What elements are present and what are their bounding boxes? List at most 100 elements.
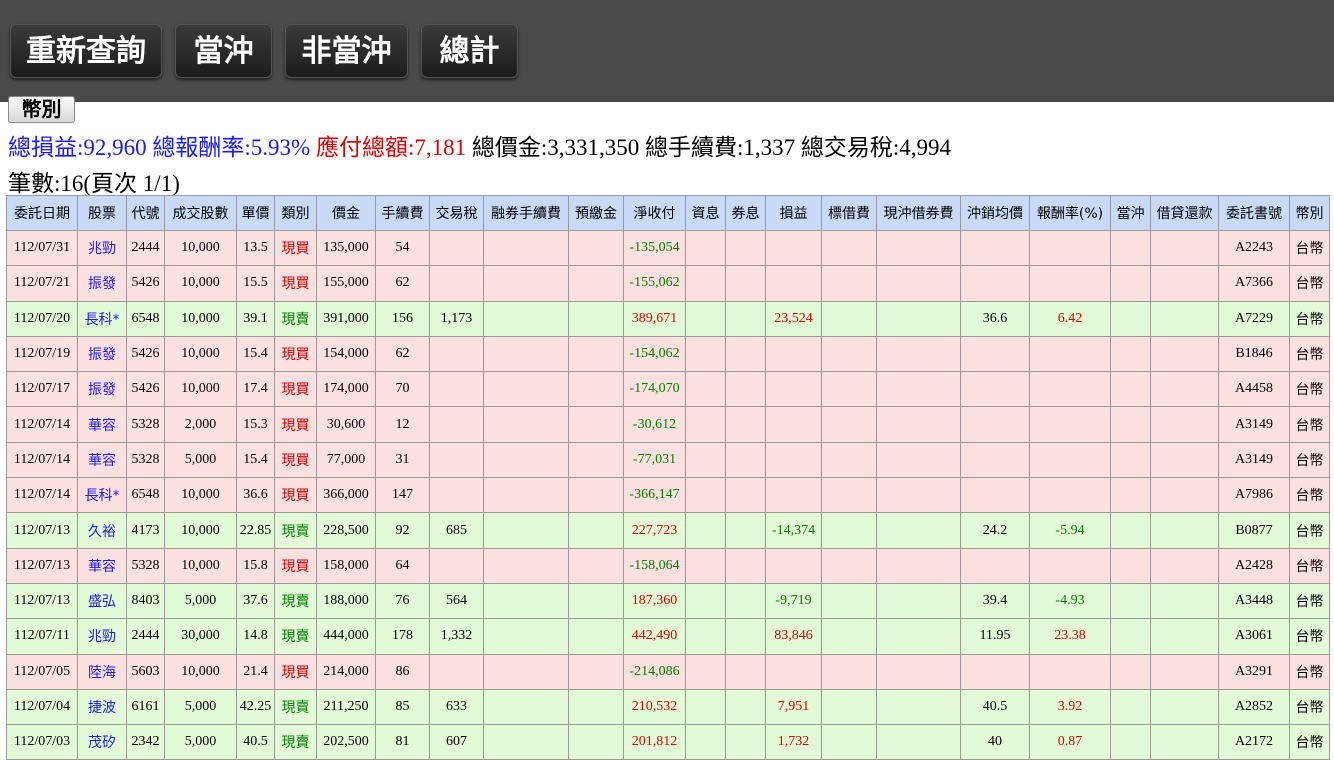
price-cell: 15.3: [236, 406, 275, 443]
table-row[interactable]: 112/07/13 久裕 4173 10,000 22.85 現賣 228,500 92 685…: [6, 512, 1330, 549]
stock-cell[interactable]: 華容: [77, 441, 127, 479]
table-row[interactable]: 112/07/19 振發 5426 10,000 15.4 現買 154,000 62 -154…: [6, 335, 1330, 373]
non-daytrade-button[interactable]: 非當沖: [285, 24, 408, 78]
total-button[interactable]: 總計: [421, 24, 518, 78]
stock-cell[interactable]: 振發: [77, 335, 127, 373]
code-cell: 8403: [126, 582, 165, 620]
fee-cell: 178: [375, 618, 430, 655]
table-row[interactable]: 112/07/14 華容 5328 5,000 15.4 現買 77,000 31 -77,03…: [6, 441, 1330, 479]
tax-cell: 1,332: [429, 618, 484, 655]
table-row[interactable]: 112/07/17 振發 5426 10,000 17.4 現買 174,000 70 -174…: [6, 371, 1330, 408]
table-row[interactable]: 112/07/14 華容 5328 2,000 15.3 現買 30,600 12 -30,61…: [6, 406, 1330, 443]
table-row[interactable]: 112/07/05 陸海 5603 10,000 21.4 現買 214,000 86 -214…: [6, 653, 1330, 690]
deposit-cell: [568, 512, 624, 549]
daytrade-cell: [1110, 688, 1151, 726]
stock-cell[interactable]: 茂矽: [77, 724, 127, 760]
price-cell: 17.4: [236, 371, 275, 408]
borrow-fee-cell: [821, 653, 877, 690]
currency-cell: 台幣: [1289, 618, 1330, 655]
fee-cell: 76: [375, 582, 430, 620]
margin-interest-cell: [685, 300, 726, 337]
table-row[interactable]: 112/07/20 長科* 6548 10,000 39.1 現賣 391,000 156 1,…: [6, 300, 1330, 337]
margin-interest-cell: [685, 406, 726, 443]
tax-cell: [429, 547, 484, 584]
order-no-cell: A2243: [1218, 229, 1290, 267]
return-cell: -5.94: [1029, 512, 1111, 549]
type-cell: 現買: [274, 441, 317, 479]
pl-cell: [765, 371, 822, 408]
table-row[interactable]: 112/07/13 盛弘 8403 5,000 37.6 現賣 188,000 76 564 18…: [6, 582, 1330, 620]
daytrade-cell: [1110, 371, 1151, 408]
short-interest-cell: [725, 371, 766, 408]
table-row[interactable]: 112/07/03 茂矽 2342 5,000 40.5 現賣 202,500 81 607 20…: [6, 724, 1330, 760]
daytrade-button[interactable]: 當沖: [175, 24, 272, 78]
short-fee-cell: [483, 653, 569, 690]
stock-cell[interactable]: 振發: [77, 265, 127, 302]
date-cell: 112/07/17: [6, 371, 78, 408]
daytrade-borrow-fee-cell: [876, 724, 961, 760]
daytrade-cell: [1110, 265, 1151, 302]
requery-button[interactable]: 重新查詢: [10, 24, 162, 78]
stock-cell[interactable]: 長科*: [77, 300, 127, 337]
code-cell: 5328: [126, 406, 165, 443]
table-row[interactable]: 112/07/14 長科* 6548 10,000 36.6 現買 366,000 147 -3…: [6, 477, 1330, 514]
shares-cell: 5,000: [164, 441, 237, 479]
header-tax: 交易稅: [429, 195, 484, 231]
loan-repay-cell: [1150, 406, 1219, 443]
order-no-cell: B1846: [1218, 335, 1290, 373]
short-interest-cell: [725, 688, 766, 726]
net-cell: -77,031: [623, 441, 686, 479]
short-interest-cell: [725, 512, 766, 549]
daytrade-borrow-fee-cell: [876, 653, 961, 690]
price-cell: 21.4: [236, 653, 275, 690]
amount-cell: 174,000: [316, 371, 376, 408]
stock-cell[interactable]: 久裕: [77, 512, 127, 549]
stock-cell[interactable]: 長科*: [77, 477, 127, 514]
return-cell: [1029, 547, 1111, 584]
avg-price-cell: 39.4: [960, 582, 1030, 620]
stock-cell[interactable]: 陸海: [77, 653, 127, 690]
fee-cell: 54: [375, 229, 430, 267]
header-borrow-fee: 標借費: [821, 195, 877, 231]
short-interest-cell: [725, 406, 766, 443]
stock-cell[interactable]: 捷波: [77, 688, 127, 726]
short-interest-cell: [725, 582, 766, 620]
amount-cell: 135,000: [316, 229, 376, 267]
stock-cell[interactable]: 兆勁: [77, 229, 127, 267]
amount-cell: 211,250: [316, 688, 376, 726]
table-row[interactable]: 112/07/11 兆勁 2444 30,000 14.8 現賣 444,000 178 1,3…: [6, 618, 1330, 655]
table-row[interactable]: 112/07/04 捷波 6161 5,000 42.25 現賣 211,250 85 633 2…: [6, 688, 1330, 726]
net-cell: -135,054: [623, 229, 686, 267]
trade-table: 委託日期 股票 代號 成交股數 單價 類別 價金 手續費 交易稅 融券手續費 預繳金 淨收付 資息 券息損…: [6, 195, 1330, 760]
table-row[interactable]: 112/07/21 振發 5426 10,000 15.5 現買 155,000 62 -155…: [6, 265, 1330, 302]
return-cell: [1029, 477, 1111, 514]
deposit-cell: [568, 688, 624, 726]
stock-cell[interactable]: 振發: [77, 371, 127, 408]
currency-button[interactable]: 幣別: [8, 96, 75, 123]
net-cell: 389,671: [623, 300, 686, 337]
return-cell: [1029, 406, 1111, 443]
stock-cell[interactable]: 華容: [77, 406, 127, 443]
deposit-cell: [568, 300, 624, 337]
loan-repay-cell: [1150, 441, 1219, 479]
daytrade-borrow-fee-cell: [876, 441, 961, 479]
amount-cell: 158,000: [316, 547, 376, 584]
table-row[interactable]: 112/07/31 兆勁 2444 10,000 13.5 現買 135,000 54 -135…: [6, 229, 1330, 267]
order-no-cell: A3149: [1218, 406, 1290, 443]
margin-interest-cell: [685, 653, 726, 690]
tax-cell: 607: [429, 724, 484, 760]
stock-cell[interactable]: 盛弘: [77, 582, 127, 620]
code-cell: 2444: [126, 229, 165, 267]
pl-cell: [765, 406, 822, 443]
stock-cell[interactable]: 兆勁: [77, 618, 127, 655]
short-fee-cell: [483, 265, 569, 302]
order-no-cell: A7366: [1218, 265, 1290, 302]
price-cell: 15.8: [236, 547, 275, 584]
table-row[interactable]: 112/07/13 華容 5328 10,000 15.8 現買 158,000 64 -158…: [6, 547, 1330, 584]
deposit-cell: [568, 618, 624, 655]
avg-price-cell: 40.5: [960, 688, 1030, 726]
pl-cell: [765, 653, 822, 690]
date-cell: 112/07/14: [6, 477, 78, 514]
date-cell: 112/07/04: [6, 688, 78, 726]
stock-cell[interactable]: 華容: [77, 547, 127, 584]
